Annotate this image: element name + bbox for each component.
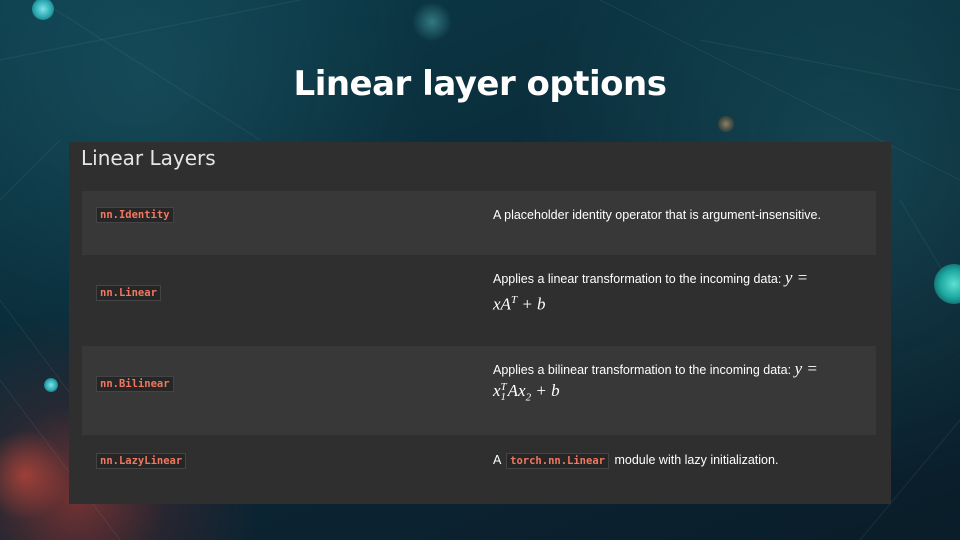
row-description: Applies a bilinear transformation to the…: [493, 360, 858, 406]
formula-term: x: [493, 381, 501, 400]
description-prefix: A: [493, 453, 501, 467]
linear-layers-panel: Linear Layers nn.Identity A placeholder …: [69, 142, 891, 504]
formula-body: xAT + b: [493, 291, 858, 314]
table-row: nn.Identity A placeholder identity opera…: [82, 191, 876, 255]
api-link-bilinear[interactable]: nn.Bilinear: [96, 376, 174, 392]
table-row: nn.Linear Applies a linear transformatio…: [82, 255, 876, 346]
formula-term: Ax: [507, 381, 526, 400]
panel-heading: Linear Layers: [81, 146, 216, 170]
formula-term: xA: [493, 294, 511, 314]
row-description: Applies a linear transformation to the i…: [493, 269, 858, 314]
formula-head: y =: [794, 359, 818, 378]
background-dot: [718, 116, 734, 132]
api-link-linear[interactable]: nn.Linear: [96, 285, 161, 301]
description-text: Applies a bilinear transformation to the…: [493, 363, 792, 377]
row-description: A torch.nn.Linear module with lazy initi…: [493, 451, 858, 470]
formula-head: y =: [784, 268, 809, 287]
row-description: A placeholder identity operator that is …: [493, 206, 858, 224]
description-text: Applies a linear transformation to the i…: [493, 272, 782, 286]
api-link-identity[interactable]: nn.Identity: [96, 207, 174, 223]
description-suffix: module with lazy initialization.: [614, 453, 779, 467]
slide-title: Linear layer options: [293, 64, 667, 104]
formula-term: + b: [531, 381, 560, 400]
inline-code-link[interactable]: torch.nn.Linear: [506, 453, 609, 469]
background-dot: [412, 2, 452, 42]
table-row: nn.Bilinear Applies a bilinear transform…: [82, 346, 876, 435]
table-row: nn.LazyLinear A torch.nn.Linear module w…: [82, 435, 876, 495]
formula-body: x T 1 Ax2 + b: [493, 382, 858, 406]
description-text: A placeholder identity operator that is …: [493, 208, 821, 222]
background-dot: [44, 378, 58, 392]
api-link-lazylinear[interactable]: nn.LazyLinear: [96, 453, 187, 469]
formula-term: + b: [517, 294, 546, 314]
formula-subscript: 1: [500, 391, 507, 404]
